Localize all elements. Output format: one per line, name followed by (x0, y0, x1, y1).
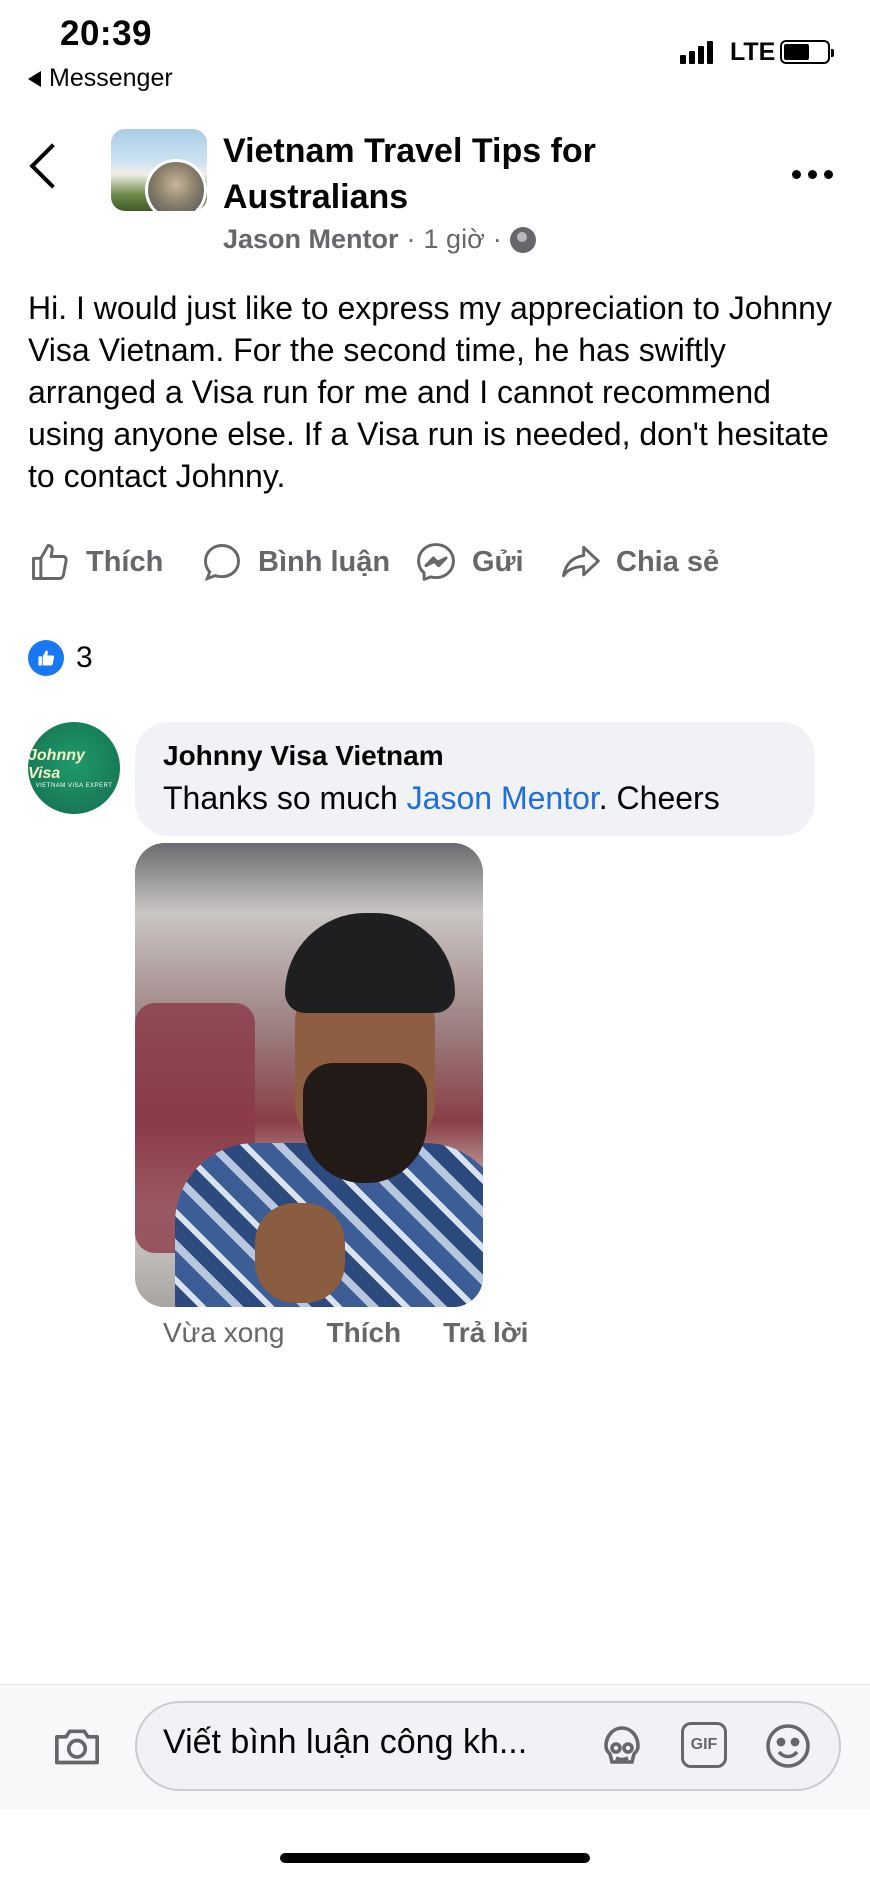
comment-actions: Vừa xong Thích Trả lời (163, 1317, 528, 1349)
avatar-logo-text: Johnny Visa (28, 747, 85, 782)
comment-text-before: Thanks so much (163, 780, 407, 816)
send-label: Gửi (472, 545, 524, 578)
post-time[interactable]: 1 giờ (424, 224, 485, 255)
share-arrow-icon (562, 545, 600, 578)
gif-icon[interactable]: GIF (681, 1722, 727, 1768)
like-reaction-icon (28, 640, 64, 676)
group-avatar[interactable] (111, 129, 207, 211)
globe-icon (509, 226, 536, 253)
emoji-icon[interactable] (762, 1720, 814, 1772)
meta-separator: · (406, 224, 416, 254)
network-label: LTE (730, 38, 776, 66)
send-button[interactable]: Gửi (414, 540, 524, 584)
reaction-count: 3 (76, 641, 93, 674)
commenter-avatar[interactable]: Johnny Visa VIETNAM VISA EXPERT (28, 722, 120, 814)
signal-icon (680, 40, 713, 64)
comment-bubble-icon (204, 544, 240, 581)
avatar-logo-subtext: VIETNAM VISA EXPERT (35, 783, 113, 789)
battery-icon (780, 40, 834, 64)
comment-mention[interactable]: Jason Mentor (407, 780, 599, 816)
messenger-icon (417, 543, 455, 581)
back-app-label: Messenger (49, 64, 173, 92)
post-meta: Jason Mentor · 1 giờ · (223, 224, 536, 255)
back-triangle-icon (28, 70, 41, 87)
commenter-name[interactable]: Johnny Visa Vietnam (163, 740, 787, 772)
more-options-icon[interactable] (792, 170, 833, 179)
author-avatar (145, 159, 207, 211)
back-to-messenger[interactable]: Messenger (28, 64, 173, 93)
share-button[interactable]: Chia sẻ (558, 540, 719, 584)
comment-like-button[interactable]: Thích (327, 1317, 402, 1349)
home-indicator (280, 1853, 590, 1863)
comment-label: Bình luận (258, 545, 391, 578)
group-title[interactable]: Vietnam Travel Tips for Australians (223, 128, 653, 220)
meta-separator-2: · (492, 224, 502, 254)
comment-time: Vừa xong (163, 1317, 285, 1348)
post-text: Hi. I would just like to express my appr… (28, 290, 832, 494)
like-label: Thích (86, 545, 164, 578)
like-button[interactable]: Thích (28, 540, 163, 584)
avatar-sticker-icon[interactable] (596, 1720, 648, 1772)
comment-placeholder: Viết bình luận công kh... (163, 1723, 528, 1761)
gif-label: GIF (690, 1736, 718, 1753)
comment-reply-button[interactable]: Trả lời (443, 1317, 528, 1349)
comment-text-after: . Cheers (598, 780, 720, 816)
comment-button[interactable]: Bình luận (200, 540, 390, 584)
comment-bubble[interactable]: Johnny Visa Vietnam Thanks so much Jason… (135, 722, 815, 836)
share-label: Chia sẻ (616, 545, 720, 578)
status-time: 20:39 (60, 14, 153, 53)
author-name[interactable]: Jason Mentor (223, 224, 399, 255)
comment-photo[interactable] (135, 843, 483, 1307)
reaction-summary[interactable]: 3 (28, 640, 93, 676)
thumbs-up-icon (32, 544, 68, 580)
back-chevron-icon[interactable] (29, 143, 75, 189)
comment-text: Thanks so much Jason Mentor. Cheers (163, 780, 787, 817)
post-actions: Thích Bình luận Gửi Chia sẻ (28, 540, 848, 590)
camera-icon[interactable] (50, 1724, 104, 1768)
